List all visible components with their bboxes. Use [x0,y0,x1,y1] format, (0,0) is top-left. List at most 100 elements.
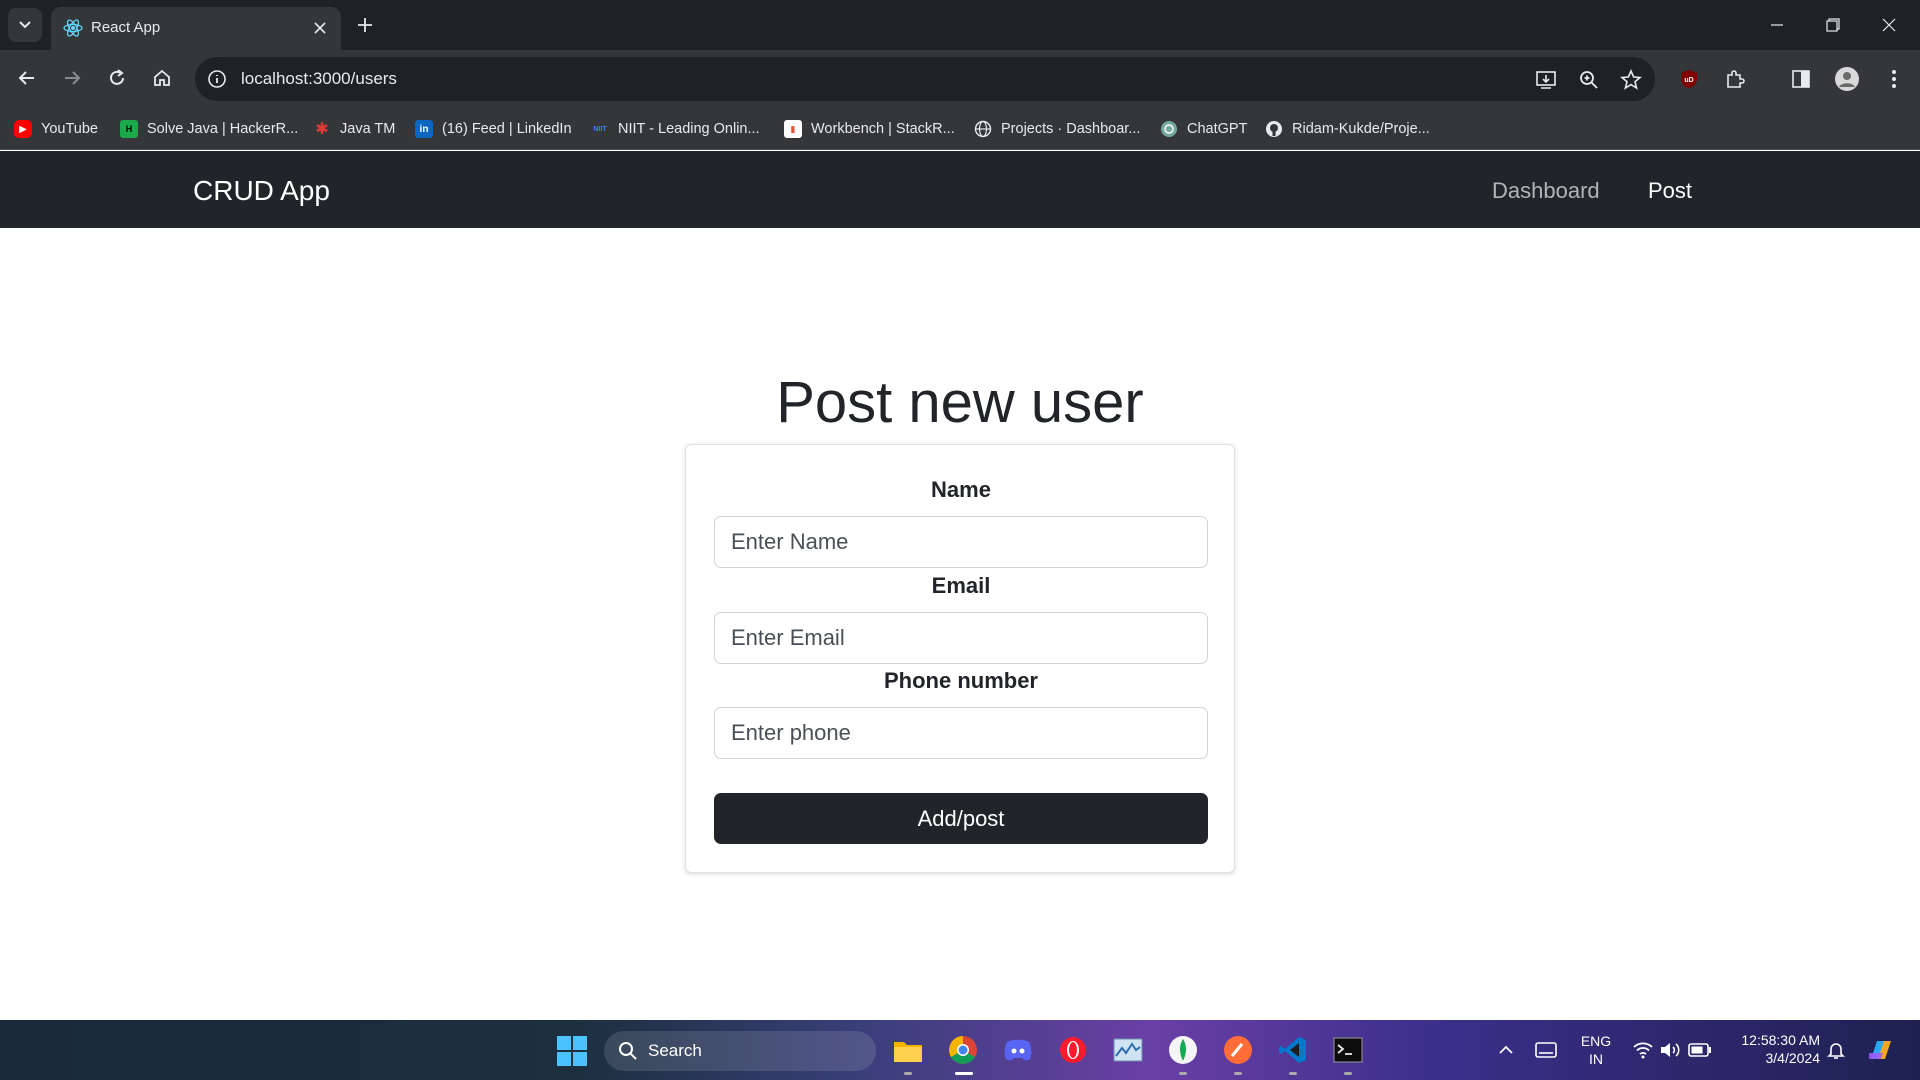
stackroute-icon: ▮ [784,120,802,138]
bookmark-label: NIIT - Leading Onlin... [618,121,760,137]
email-input[interactable] [714,612,1208,664]
bookmark-linkedin[interactable]: in (16) Feed | LinkedIn [415,118,572,140]
side-panel-icon[interactable] [1787,65,1815,93]
bookmark-label: Projects · Dashboar... [1001,121,1141,137]
bookmark-projects[interactable]: Projects · Dashboar... [974,118,1140,140]
close-window-button[interactable] [1876,12,1902,38]
new-tab-button[interactable] [352,12,378,38]
address-bar[interactable]: localhost:3000/users [195,57,1655,101]
arrow-right-icon [65,71,81,85]
discord-icon[interactable] [1000,1032,1036,1068]
battery-icon[interactable] [1682,1032,1718,1068]
install-app-icon[interactable] [1534,68,1558,92]
chrome-icon[interactable] [945,1032,981,1068]
add-post-button[interactable]: Add/post [714,793,1208,844]
name-input[interactable] [714,516,1208,568]
reload-icon [110,69,124,85]
bookmark-youtube[interactable]: ▶ YouTube [14,118,98,140]
brand-link[interactable]: CRUD App [193,175,330,207]
bookmark-label: Solve Java | HackerR... [147,121,299,137]
restore-icon [1826,18,1840,32]
postman-icon[interactable] [1220,1032,1256,1068]
java-icon: ✱ [315,121,329,138]
close-tab-icon[interactable] [309,17,331,39]
reload-button[interactable] [102,63,132,93]
zoom-icon[interactable] [1577,68,1601,92]
browser-tab-strip: React App [0,0,1920,50]
email-label: Email [931,573,991,598]
region-text: IN [1589,1051,1603,1067]
clock-date: 3/4/2024 [1765,1050,1821,1066]
site-info-icon[interactable] [205,67,229,91]
home-button[interactable] [147,63,177,93]
nav-link-post[interactable]: Post [1648,178,1692,204]
tab-title: React App [91,19,161,36]
restore-button[interactable] [1820,12,1846,38]
terminal-icon[interactable] [1330,1032,1366,1068]
bookmark-github[interactable]: Ridam-Kukde/Proje... [1265,118,1430,140]
arrow-left-icon [18,71,34,85]
bookmark-star-icon[interactable] [1619,68,1643,92]
notifications-icon[interactable] [1818,1032,1854,1068]
plus-icon [358,18,372,32]
opera-icon[interactable] [1055,1032,1091,1068]
tray-chevron-up-icon[interactable] [1488,1032,1524,1068]
bookmark-label: YouTube [41,121,98,137]
taskbar-search[interactable]: Search [604,1031,876,1071]
bookmark-stackroute[interactable]: ▮ Workbench | StackR... [784,118,955,140]
chatgpt-icon [1160,120,1178,138]
back-button[interactable] [12,63,42,93]
bookmark-label: ChatGPT [1187,121,1248,137]
tab-search-button[interactable] [8,8,42,42]
resource-monitor-icon[interactable] [1110,1032,1146,1068]
minimize-icon [1771,24,1783,26]
page-title: Post new user [776,370,1144,435]
vscode-icon[interactable] [1275,1032,1311,1068]
bookmark-label: Java TM [340,121,396,137]
search-label: Search [648,1041,702,1060]
bookmark-niit[interactable]: NIIT NIIT - Leading Onlin... [591,118,760,140]
windows-taskbar: Search ENG IN 12:58:30 AM 3/4/2024 [0,1020,1920,1080]
react-icon [63,18,83,38]
extensions-icon[interactable] [1721,65,1749,93]
phone-input[interactable] [714,707,1208,759]
phone-label: Phone number [883,668,1038,693]
bookmarks-bar: ▶ YouTube H Solve Java | HackerR... ✱ Ja… [0,108,1920,150]
name-label: Name [931,477,991,502]
language-text: ENG [1580,1033,1612,1049]
linkedin-icon: in [415,120,433,138]
bookmark-label: Ridam-Kukde/Proje... [1292,121,1430,137]
app-navbar: CRUD App Dashboard Post [0,151,1920,228]
nav-link-dashboard[interactable]: Dashboard [1492,178,1600,204]
browser-tab-active[interactable]: React App [51,7,341,50]
bookmark-hackerrank[interactable]: H Solve Java | HackerR... [120,118,298,140]
bookmark-label: Workbench | StackR... [811,121,955,137]
globe-icon [974,120,992,138]
bookmark-java[interactable]: ✱ Java TM [313,118,395,140]
file-explorer-icon[interactable] [890,1032,926,1068]
url-text: localhost:3000/users [241,69,397,88]
search-icon [619,1042,637,1060]
minimize-button[interactable] [1764,12,1790,38]
post-user-form: Name Email Phone number Add/post [685,444,1235,873]
github-icon [1265,120,1283,138]
profile-avatar[interactable] [1833,65,1861,93]
ublock-icon[interactable]: uD [1675,65,1703,93]
language-indicator[interactable]: ENG IN [1578,1032,1614,1068]
bookmark-chatgpt[interactable]: ChatGPT [1160,118,1247,140]
bookmark-label: (16) Feed | LinkedIn [442,121,572,137]
clock[interactable]: 12:58:30 AM 3/4/2024 [1728,1031,1820,1067]
home-icon [154,69,170,86]
windows-start-icon[interactable] [557,1036,587,1066]
mongodb-compass-icon[interactable] [1165,1032,1201,1068]
svg-text:uD: uD [1684,77,1693,84]
clock-time: 12:58:30 AM [1741,1032,1820,1048]
copilot-icon[interactable] [1862,1032,1898,1068]
forward-button[interactable] [57,63,87,93]
youtube-icon: ▶ [14,120,32,138]
close-icon [1882,18,1896,32]
touch-keyboard-icon[interactable] [1528,1032,1564,1068]
niit-icon: NIIT [593,125,607,133]
browser-toolbar: localhost:3000/users uD [0,50,1920,108]
more-menu-icon[interactable] [1880,65,1908,93]
